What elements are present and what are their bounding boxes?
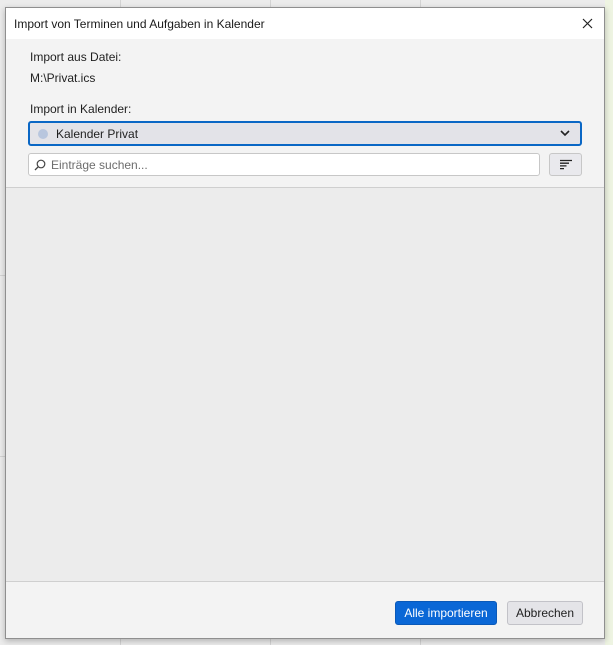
import-dialog: Import von Terminen und Aufgaben in Kale…: [5, 7, 605, 639]
file-label: Import aus Datei:: [30, 50, 122, 64]
title-bar: Import von Terminen und Aufgaben in Kale…: [6, 8, 604, 39]
background-strip: [605, 0, 613, 645]
dialog-footer: Alle importieren Abbrechen: [6, 581, 604, 638]
search-icon: [34, 159, 46, 170]
file-path: M:\Privat.ics: [30, 71, 96, 85]
close-button[interactable]: [570, 8, 604, 39]
calendar-select[interactable]: Kalender Privat: [28, 121, 582, 146]
search-input[interactable]: [49, 156, 513, 173]
cancel-button[interactable]: Abbrechen: [507, 601, 583, 625]
calendar-label: Import in Kalender:: [30, 102, 132, 116]
close-icon: [582, 18, 592, 29]
calendar-select-value: Kalender Privat: [56, 126, 139, 141]
dialog-title: Import von Terminen und Aufgaben in Kale…: [14, 17, 265, 31]
entries-list[interactable]: [6, 187, 604, 583]
import-all-button[interactable]: Alle importieren: [395, 601, 497, 625]
sort-lines-icon: [559, 159, 572, 170]
chevron-down-icon: [560, 130, 570, 137]
dialog-content: Import aus Datei: M:\Privat.ics Import i…: [6, 39, 604, 583]
search-field[interactable]: [28, 153, 540, 176]
sort-button[interactable]: [549, 153, 582, 176]
calendar-color-dot: [38, 128, 48, 139]
